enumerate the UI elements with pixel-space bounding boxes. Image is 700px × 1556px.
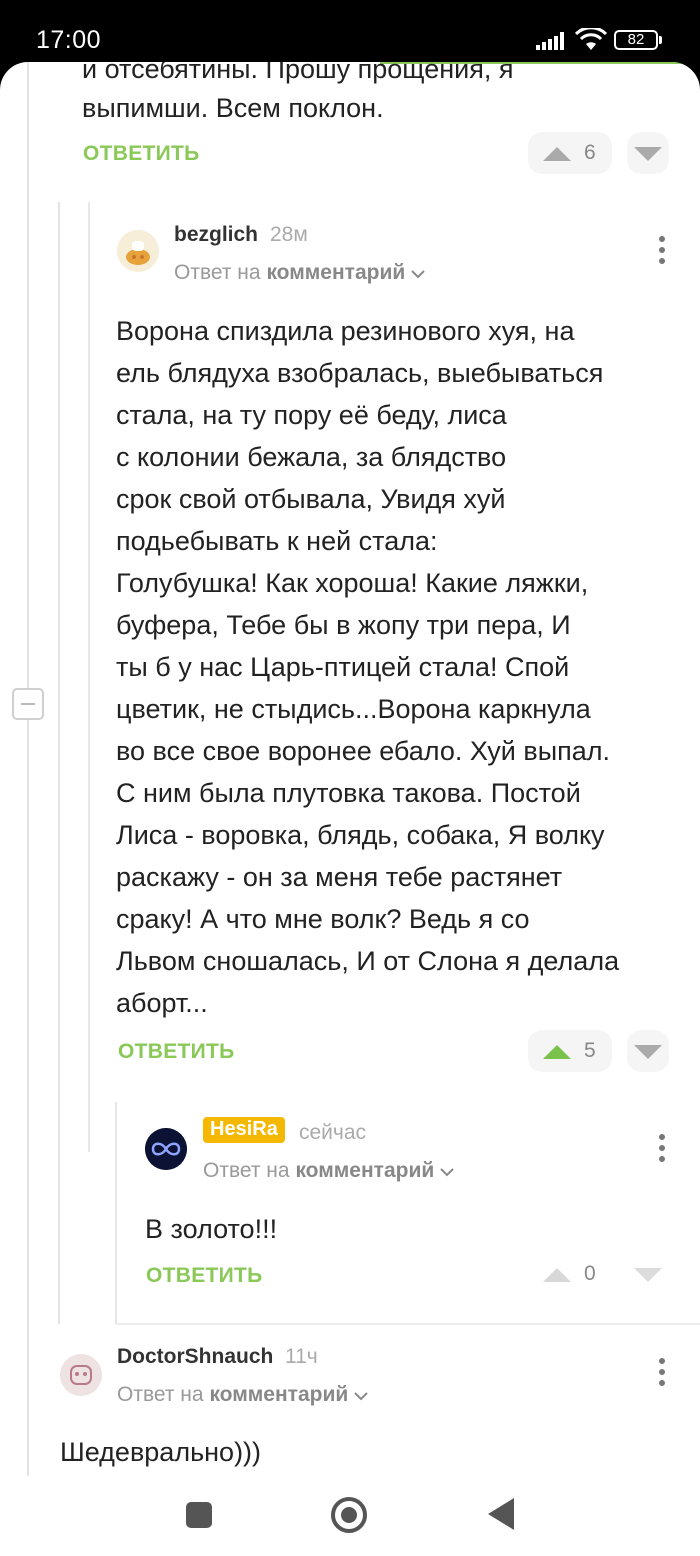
reply-to-prefix: Ответ на: [117, 1383, 204, 1406]
upvote-button[interactable]: 0: [528, 1253, 612, 1295]
downvote-icon: [634, 147, 662, 161]
reply-to-target: комментарий: [295, 1159, 435, 1182]
comment-line: буфера, Тебе бы в жопу три пера, И: [116, 610, 571, 640]
reply-button[interactable]: ОТВЕТИТЬ: [146, 1264, 263, 1288]
more-options-icon[interactable]: [658, 1358, 666, 1388]
comment-line: ель блядуха взобралась, выебываться: [116, 358, 604, 388]
upvote-icon: [543, 1045, 571, 1059]
chevron-down-icon: [354, 1392, 368, 1401]
collapse-thread-button[interactable]: [12, 688, 44, 720]
chevron-down-icon: [411, 270, 425, 279]
battery-level: 82: [627, 31, 645, 48]
downvote-icon: [634, 1268, 662, 1282]
avatar[interactable]: [117, 230, 159, 272]
comment-text: В золото!!!: [145, 1214, 278, 1244]
comment-line: Голубушка! Как хороша! Какие ляжки,: [116, 568, 589, 598]
vote-count: 6: [584, 141, 596, 164]
reply-to-link[interactable]: Ответ на комментарий: [117, 1383, 368, 1407]
thread-line-nested-3: [115, 1102, 117, 1324]
downvote-button[interactable]: [627, 1253, 669, 1295]
reply-to-link[interactable]: Ответ на комментарий: [203, 1159, 454, 1183]
comment-time: 28м: [270, 223, 308, 246]
reply-to-link[interactable]: Ответ на комментарий: [174, 261, 425, 285]
comment-text: выпимши. Всем поклон.: [82, 93, 384, 123]
comment-time: сейчас: [299, 1121, 367, 1144]
vote-count: 0: [584, 1262, 596, 1285]
status-time: 17:00: [36, 26, 102, 54]
comment-line: во все свое воронее ебало. Хуй выпал.: [116, 736, 611, 766]
comment-line: цветик, не стыдись...Ворона каркнула: [116, 694, 591, 724]
divider: [116, 1323, 700, 1325]
thread-line-nested-2: [88, 202, 90, 1152]
thread-line-nested: [58, 202, 60, 1324]
reply-button[interactable]: ОТВЕТИТЬ: [83, 142, 200, 166]
upvote-icon: [543, 1268, 571, 1282]
comment-author[interactable]: bezglich: [174, 223, 258, 247]
more-options-icon[interactable]: [658, 236, 666, 266]
signal-icon: [536, 32, 564, 50]
recent-apps-button[interactable]: [186, 1502, 212, 1528]
downvote-button[interactable]: [627, 132, 669, 174]
author-badge[interactable]: HesiRa: [203, 1117, 285, 1143]
upvote-icon: [543, 147, 571, 161]
comment-text-partial: и отсебятины. Прошу прощения, я: [82, 62, 514, 84]
reply-to-prefix: Ответ на: [174, 261, 261, 284]
comment-line: стала, на ту пору её беду, лиса: [116, 400, 507, 430]
comments-page: и отсебятины. Прошу прощения, я выпимши.…: [0, 62, 700, 1476]
comment-line: С ним была плутовка такова. Постой: [116, 778, 581, 808]
back-button[interactable]: [488, 1498, 514, 1530]
battery-icon: 82: [614, 30, 658, 50]
comment-body: Ворона спиздила резинового хуя, на ель б…: [116, 310, 619, 1024]
comment-line: с колонии бежала, за блядство: [116, 442, 507, 472]
upvote-button[interactable]: 6: [528, 132, 612, 174]
avatar[interactable]: [145, 1128, 187, 1170]
battery-tip: [659, 36, 662, 44]
chevron-down-icon: [440, 1168, 454, 1177]
reply-to-prefix: Ответ на: [203, 1159, 290, 1182]
more-options-icon[interactable]: [658, 1134, 666, 1164]
reply-to-target: комментарий: [266, 261, 406, 284]
upvote-button[interactable]: 5: [528, 1030, 612, 1072]
reply-button[interactable]: ОТВЕТИТЬ: [118, 1040, 235, 1064]
comment-line: срок свой отбывала, Увидя хуй: [116, 484, 506, 514]
avatar-image: [60, 1354, 102, 1396]
system-nav-bar: [0, 1476, 700, 1556]
avatar-image: [117, 230, 159, 272]
comment-line: ты б у нас Царь-птицей стала! Спой: [116, 652, 570, 682]
comment-line: сраку! А что мне волк? Ведь я со: [116, 904, 530, 934]
reply-to-target: комментарий: [209, 1383, 349, 1406]
comment-line: Львом сношалась, И от Слона я делала: [116, 946, 620, 976]
downvote-icon: [634, 1045, 662, 1059]
comment-author[interactable]: DoctorShnauch: [117, 1345, 273, 1369]
wifi-icon: [575, 28, 607, 50]
vote-count: 5: [584, 1039, 596, 1062]
home-button[interactable]: [331, 1497, 367, 1533]
avatar[interactable]: [60, 1354, 102, 1396]
thread-line: [27, 62, 29, 1476]
infinity-avatar-icon: [145, 1128, 187, 1170]
comment-line: аборт...: [116, 988, 208, 1018]
comment-line: Ворона спиздила резинового хуя, на: [116, 316, 575, 346]
comment-line: подьебывать к ней стала:: [116, 526, 438, 556]
comment-line: Лиса - воровка, блядь, собака, Я волку: [116, 820, 605, 850]
downvote-button[interactable]: [627, 1030, 669, 1072]
comment-line: раскажу - он за меня тебе растянет: [116, 862, 563, 892]
comment-text: Шедеврально))): [60, 1437, 262, 1467]
comment-time: 11ч: [285, 1345, 318, 1368]
